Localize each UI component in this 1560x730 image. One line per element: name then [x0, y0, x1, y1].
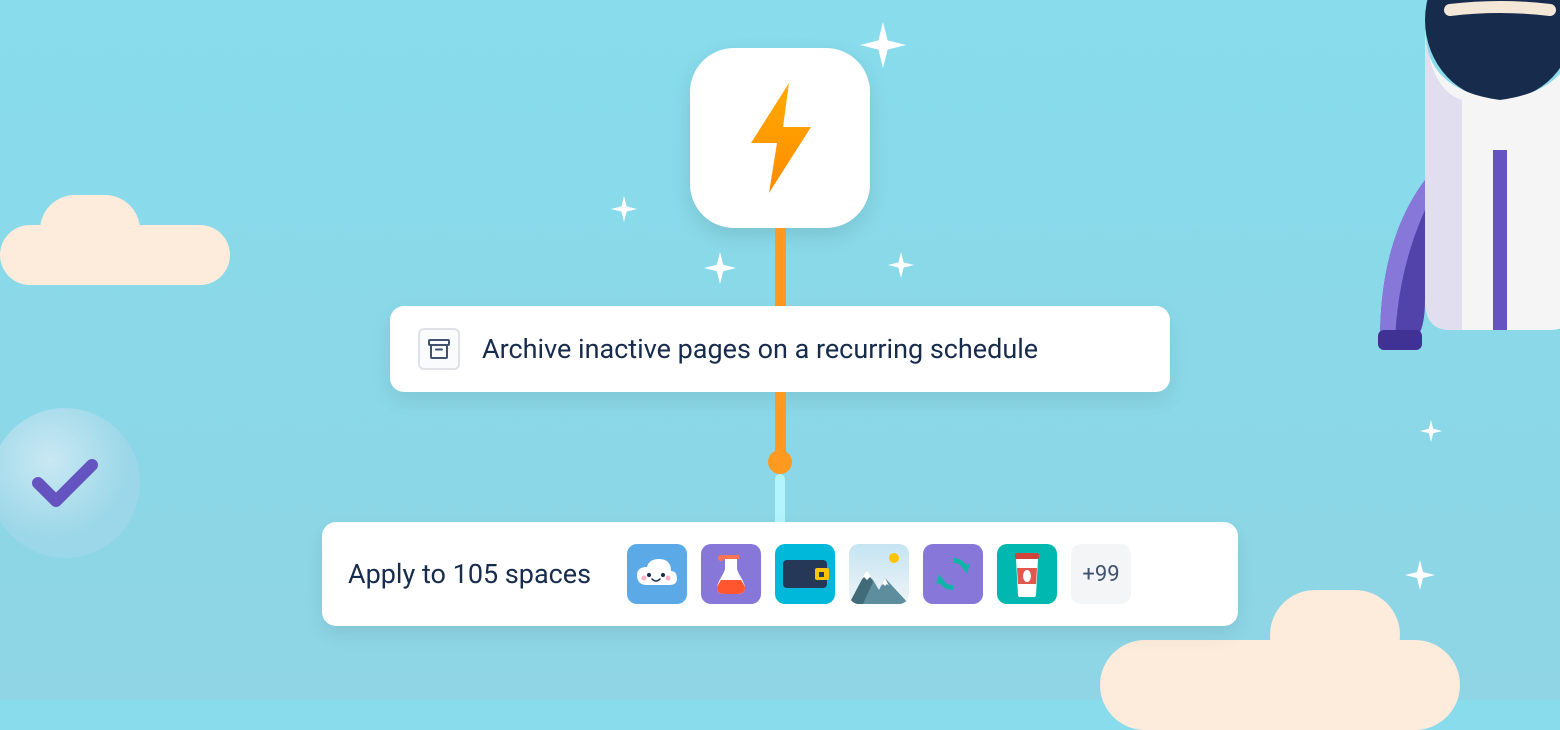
check-badge — [0, 408, 140, 558]
lightning-bolt-icon — [741, 83, 819, 193]
cloud-space-icon[interactable] — [627, 544, 687, 604]
rocket-icon — [1350, 0, 1560, 380]
spaces-icons: +99 — [627, 544, 1131, 604]
spaces-label: Apply to 105 spaces — [348, 558, 591, 590]
rule-icon-box — [418, 328, 460, 370]
sparkle-icon — [1420, 420, 1442, 442]
rule-card[interactable]: Archive inactive pages on a recurring sc… — [390, 306, 1170, 392]
flask-space-icon[interactable] — [701, 544, 761, 604]
connector-line — [775, 228, 786, 306]
coffee-space-icon[interactable] — [997, 544, 1057, 604]
sparkle-icon — [1405, 560, 1435, 590]
cloud-decoration — [1100, 630, 1460, 730]
rule-title: Archive inactive pages on a recurring sc… — [482, 333, 1038, 365]
cloud-decoration — [0, 225, 240, 305]
connector — [768, 392, 792, 522]
check-icon — [30, 453, 100, 513]
wallet-space-icon[interactable] — [775, 544, 835, 604]
mountain-space-icon[interactable] — [849, 544, 909, 604]
spaces-more-count[interactable]: +99 — [1071, 544, 1131, 604]
sync-space-icon[interactable] — [923, 544, 983, 604]
archive-box-icon — [427, 337, 451, 361]
trigger-card[interactable] — [690, 48, 870, 228]
spaces-card[interactable]: Apply to 105 spaces — [322, 522, 1238, 626]
